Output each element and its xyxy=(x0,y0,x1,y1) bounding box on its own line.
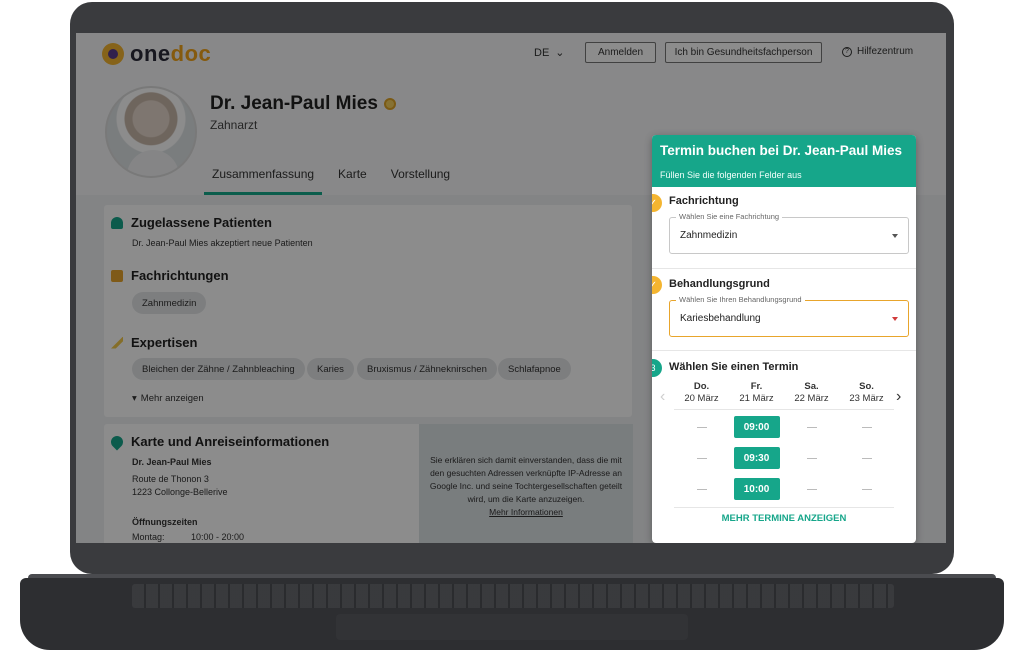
step-3-number: 3 xyxy=(652,359,662,377)
no-slot xyxy=(861,488,872,490)
step-reason-label: Behandlungsgrund xyxy=(669,278,770,290)
no-slot xyxy=(861,426,872,428)
specialty-select[interactable]: Wählen Sie eine Fachrichtung Zahnmedizin xyxy=(669,212,909,254)
day-friday: Fr. 21 März xyxy=(729,381,784,405)
slot-row: 10:00 xyxy=(674,478,894,500)
day-date: 23 März xyxy=(849,393,884,404)
time-slot-button[interactable]: 09:30 xyxy=(733,447,780,469)
laptop-screen: onedoc DE ⌄ Anmelden Ich bin Gesundheits… xyxy=(76,33,946,543)
reason-select-value: Kariesbehandlung xyxy=(680,313,761,324)
specialty-select-legend: Wählen Sie eine Fachrichtung xyxy=(676,212,783,221)
slot-row: 09:30 xyxy=(674,447,894,469)
no-slot xyxy=(696,488,707,490)
day-sunday: So. 23 März xyxy=(839,381,894,405)
day-name: Fr. xyxy=(750,381,763,392)
dropdown-arrow-icon xyxy=(892,234,898,238)
booking-subtitle: Füllen Sie die folgenden Felder aus xyxy=(660,170,802,180)
day-columns: Do. 20 März Fr. 21 März Sa. 22 März So. 23 M… xyxy=(674,381,894,405)
time-slot-button[interactable]: 10:00 xyxy=(733,478,780,500)
day-name: Do. xyxy=(693,381,710,392)
divider xyxy=(674,507,894,508)
more-slots-link[interactable]: MEHR TERMINE ANZEIGEN xyxy=(652,513,916,524)
time-slot-button[interactable]: 09:00 xyxy=(733,416,780,438)
day-date: 22 März xyxy=(794,393,829,404)
reason-select[interactable]: Wählen Sie Ihren Behandlungsgrund Karies… xyxy=(669,295,909,337)
trackpad xyxy=(336,614,688,640)
dropdown-arrow-icon xyxy=(892,317,898,321)
day-name: Sa. xyxy=(804,381,819,392)
booking-panel: Termin buchen bei Dr. Jean-Paul Mies Fül… xyxy=(652,135,916,543)
step-specialty-label: Fachrichtung xyxy=(669,195,739,207)
check-icon: ✓ xyxy=(652,194,662,212)
no-slot xyxy=(806,488,817,490)
no-slot xyxy=(696,426,707,428)
step-specialty: ✓ Fachrichtung Wählen Sie eine Fachricht… xyxy=(652,187,916,269)
chevron-left-icon[interactable]: ‹ xyxy=(660,388,665,406)
day-date: 21 März xyxy=(739,393,774,404)
slot-row: 09:00 xyxy=(674,416,894,438)
divider xyxy=(674,409,894,410)
no-slot xyxy=(806,457,817,459)
no-slot xyxy=(806,426,817,428)
no-slot xyxy=(696,457,707,459)
booking-title: Termin buchen bei Dr. Jean-Paul Mies xyxy=(660,143,903,158)
day-thursday: Do. 20 März xyxy=(674,381,729,405)
check-icon: ✓ xyxy=(652,276,662,294)
day-name: So. xyxy=(859,381,874,392)
day-saturday: Sa. 22 März xyxy=(784,381,839,405)
keyboard xyxy=(132,584,894,608)
reason-select-legend: Wählen Sie Ihren Behandlungsgrund xyxy=(676,295,805,304)
step-appointment-label: Wählen Sie einen Termin xyxy=(669,361,799,373)
step-reason: ✓ Behandlungsgrund Wählen Sie Ihren Beha… xyxy=(652,269,916,351)
day-date: 20 März xyxy=(684,393,719,404)
no-slot xyxy=(861,457,872,459)
booking-header: Termin buchen bei Dr. Jean-Paul Mies Fül… xyxy=(652,135,916,187)
profile-page: onedoc DE ⌄ Anmelden Ich bin Gesundheits… xyxy=(76,33,946,543)
specialty-select-value: Zahnmedizin xyxy=(680,230,738,241)
chevron-right-icon[interactable]: › xyxy=(896,388,901,406)
